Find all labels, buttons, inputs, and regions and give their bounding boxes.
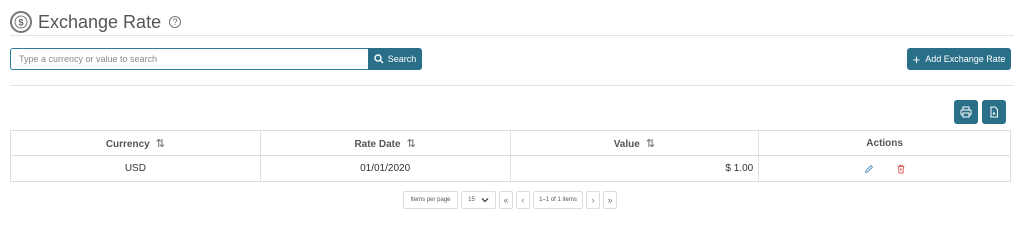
- search-button-label: Search: [387, 54, 417, 64]
- page-range-info: 1–1 of 1 items: [533, 191, 583, 209]
- page-size-value: 15: [468, 197, 475, 203]
- pdf-icon: [990, 106, 998, 118]
- cell-currency: USD: [10, 155, 261, 182]
- search-button[interactable]: Search: [368, 48, 422, 70]
- page-size-select[interactable]: 15: [461, 191, 496, 209]
- chevron-down-icon: [481, 198, 489, 203]
- table-header-row: Currency ⇅ Rate Date ⇅ Value ⇅ Actions: [10, 130, 1011, 156]
- cell-value: $ 1.00: [509, 155, 760, 182]
- sort-icon[interactable]: ⇅: [646, 138, 655, 150]
- help-icon[interactable]: ?: [169, 16, 182, 28]
- items-per-page-label: Items per page: [403, 191, 458, 209]
- add-exchange-rate-button[interactable]: + Add Exchange Rate: [907, 48, 1011, 70]
- column-header-rate-date[interactable]: Rate Date ⇅: [259, 130, 511, 156]
- column-header-currency[interactable]: Currency ⇅: [10, 130, 261, 156]
- last-page-button[interactable]: »: [603, 191, 617, 209]
- search-icon: [374, 54, 384, 64]
- svg-text:$: $: [18, 18, 23, 28]
- header-divider: [10, 35, 1014, 36]
- search-input[interactable]: [10, 48, 368, 70]
- pdf-export-button[interactable]: [982, 100, 1006, 124]
- table-row: USD 01/01/2020 $ 1.00: [10, 155, 1011, 182]
- add-exchange-rate-label: Add Exchange Rate: [925, 54, 1006, 64]
- column-header-value[interactable]: Value ⇅: [509, 130, 760, 156]
- print-button[interactable]: [954, 100, 978, 124]
- exchange-rate-table: Currency ⇅ Rate Date ⇅ Value ⇅ Actions USD …: [10, 130, 1011, 182]
- page-header: $ Exchange Rate ?: [10, 8, 182, 36]
- first-page-button[interactable]: «: [499, 191, 513, 209]
- next-page-button[interactable]: ›: [586, 191, 600, 209]
- pencil-icon[interactable]: [864, 164, 874, 174]
- column-header-actions: Actions: [758, 130, 1011, 156]
- search-bar: Search: [10, 48, 422, 70]
- plus-icon: +: [912, 51, 921, 67]
- sort-icon[interactable]: ⇅: [156, 138, 165, 150]
- trash-icon[interactable]: [896, 164, 906, 174]
- print-icon: [960, 106, 972, 118]
- prev-page-button[interactable]: ‹: [516, 191, 530, 209]
- sort-icon[interactable]: ⇅: [407, 138, 416, 150]
- dollar-circle-icon: $: [10, 11, 32, 33]
- toolbar-divider: [10, 85, 1014, 86]
- cell-actions: [758, 155, 1011, 182]
- cell-rate-date: 01/01/2020: [259, 155, 511, 182]
- page-title: Exchange Rate: [38, 11, 162, 32]
- pagination: Items per page 15 « ‹ 1–1 of 1 items › »: [403, 191, 617, 209]
